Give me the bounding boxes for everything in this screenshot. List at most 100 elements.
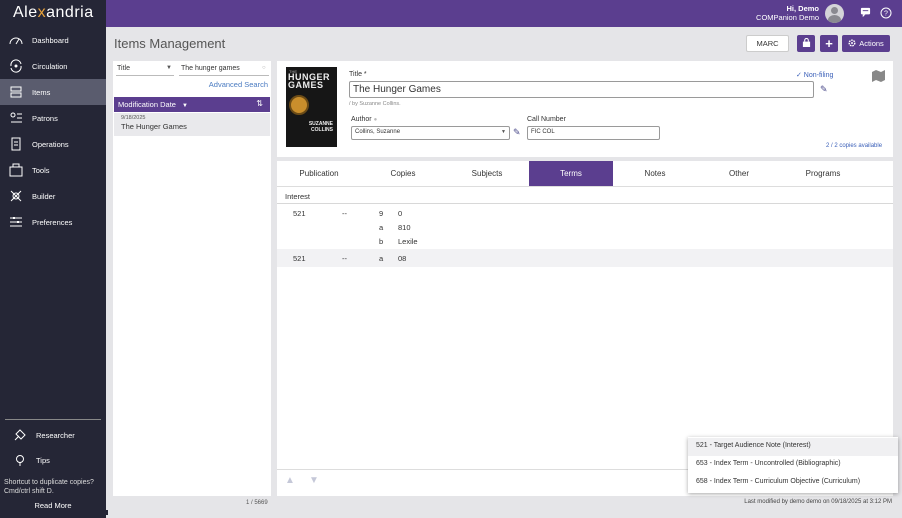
add-button[interactable]: +	[820, 35, 838, 52]
sidebar-item-researcher[interactable]: Researcher	[0, 422, 106, 448]
sidebar-item-items[interactable]: Items	[0, 79, 106, 105]
sidebar-item-circulation[interactable]: Circulation	[0, 53, 106, 79]
tab-subjects[interactable]: Subjects	[445, 161, 529, 186]
sidebar-item-label: Tips	[36, 455, 50, 465]
tab-terms[interactable]: Terms	[529, 161, 613, 186]
sidebar-item-builder[interactable]: Builder	[0, 183, 106, 209]
actions-button-label: Actions	[859, 39, 884, 48]
greeting-org: COMPanion Demo	[756, 13, 819, 22]
sidebar-item-patrons[interactable]: Patrons	[0, 105, 106, 131]
tab-other[interactable]: Other	[697, 161, 781, 186]
chat-icon[interactable]	[859, 7, 872, 20]
menu-item[interactable]: 521 - Target Audience Note (Interest)	[688, 438, 898, 456]
sort-bar[interactable]: Modification Date ▼ ⇅	[114, 97, 270, 112]
app-logo[interactable]: Alexandria	[0, 0, 106, 27]
marc-tag: 521	[293, 209, 306, 218]
sidebar-item-label: Dashboard	[32, 35, 69, 45]
subfield-code: a	[379, 223, 384, 232]
lightbulb-icon	[13, 453, 27, 467]
help-icon[interactable]: ?	[879, 7, 892, 20]
subfield-value[interactable]: 0	[398, 209, 402, 218]
section-divider	[277, 203, 893, 204]
marc-button-label: MARC	[756, 39, 779, 48]
map-icon[interactable]	[871, 69, 886, 84]
search-clear-icon[interactable]: ○	[262, 65, 266, 71]
menu-item[interactable]: 658 - Index Term - Curriculum Objective …	[688, 474, 898, 492]
user-greeting[interactable]: Hi, Demo COMPanion Demo	[756, 4, 819, 22]
author-label-text: Author	[351, 116, 372, 123]
search-input[interactable]: The hunger games	[181, 65, 240, 72]
search-field-select[interactable]: Title	[117, 65, 130, 72]
search-query: The hunger games	[181, 65, 240, 72]
sidebar-divider	[5, 419, 101, 420]
advanced-search-link[interactable]: Advanced Search	[209, 80, 268, 89]
sidebar-item-preferences[interactable]: Preferences	[0, 209, 106, 235]
mockingjay-emblem	[289, 95, 309, 115]
tab-programs[interactable]: Programs	[781, 161, 865, 186]
author-dropdown-icon[interactable]: ▼	[501, 129, 506, 135]
move-up-icon[interactable]: ▲	[285, 475, 295, 486]
sidebar-item-tips[interactable]: Tips	[0, 447, 106, 473]
lock-button[interactable]	[797, 35, 815, 52]
sort-direction-icon[interactable]: ⇅	[256, 99, 263, 108]
page-title: Items Management	[114, 36, 226, 51]
menu-item[interactable]: 653 - Index Term - Uncontrolled (Bibliog…	[688, 456, 898, 474]
result-count: 1 / 5669	[246, 500, 268, 506]
gear-icon	[848, 38, 856, 49]
sidebar-item-label: Circulation	[32, 61, 68, 71]
marc-button[interactable]: MARC	[746, 35, 789, 52]
non-filing-toggle[interactable]: ✓ Non-filing	[796, 71, 833, 79]
section-heading: Interest	[285, 192, 311, 201]
sidebar-item-label: Preferences	[32, 217, 73, 227]
builder-icon	[9, 189, 23, 203]
search-field-underline	[116, 75, 174, 76]
chevron-down-icon: ▼	[166, 65, 172, 71]
author-field[interactable]: Collins, Suzanne	[351, 126, 510, 140]
subfield-value[interactable]: 08	[398, 254, 406, 263]
call-number-label: Call Number	[527, 116, 566, 123]
tab-notes[interactable]: Notes	[613, 161, 697, 186]
subfield-value[interactable]: 810	[398, 223, 411, 232]
tip-text: Shortcut to duplicate copies? Cmd/ctrl s…	[4, 479, 94, 495]
sidebar-item-label: Researcher	[36, 430, 75, 440]
sidebar-item-label: Builder	[32, 191, 56, 201]
record-title: The Hunger Games	[121, 122, 187, 131]
edit-title-icon[interactable]: ✎	[820, 84, 828, 95]
add-term-menu: 521 - Target Audience Note (Interest) 65…	[688, 437, 898, 493]
researcher-icon	[13, 428, 27, 442]
move-down-icon[interactable]: ▼	[309, 475, 319, 486]
patrons-icon	[9, 111, 23, 125]
call-number-field[interactable]: FIC COL	[527, 126, 660, 140]
dashboard-icon	[9, 33, 23, 47]
sidebar-scroll-thumb[interactable]	[103, 510, 108, 515]
plus-icon: +	[825, 36, 833, 51]
subfield-code: 9	[379, 209, 384, 218]
sidebar-item-operations[interactable]: Operations	[0, 131, 106, 157]
subfield-value[interactable]: Lexile	[398, 237, 418, 246]
tab-publication[interactable]: Publication	[277, 161, 361, 186]
actions-button[interactable]: Actions	[842, 35, 890, 52]
tab-copies[interactable]: Copies	[361, 161, 445, 186]
avatar[interactable]	[825, 4, 844, 23]
circulation-icon	[9, 59, 23, 73]
list-item[interactable]: 9/18/2025 The Hunger Games	[114, 113, 270, 136]
sort-dropdown-icon: ▼	[182, 103, 188, 109]
read-more-link[interactable]: Read More	[0, 501, 106, 510]
table-row[interactable]: 521 -- a 08	[277, 249, 893, 267]
sidebar-item-label: Items	[32, 87, 51, 97]
sort-label: Modification Date	[118, 100, 176, 109]
subfield-code: a	[379, 254, 384, 263]
search-field-value: Title	[117, 65, 130, 72]
copies-available[interactable]: 2 / 2 copies available	[826, 143, 882, 149]
preferences-icon	[9, 215, 23, 229]
marc-tag: 521	[293, 254, 306, 263]
title-field[interactable]: The Hunger Games	[349, 81, 814, 98]
top-bar: Alexandria Hi, Demo COMPanion Demo ?	[0, 0, 902, 27]
lock-icon	[802, 37, 811, 49]
sidebar-item-dashboard[interactable]: Dashboard	[0, 27, 106, 53]
sidebar-item-label: Patrons	[32, 113, 58, 123]
statement-of-responsibility: / by Suzanne Collins.	[349, 101, 401, 107]
sidebar-item-tools[interactable]: Tools	[0, 157, 106, 183]
sidebar-item-label: Tools	[32, 165, 50, 175]
edit-author-icon[interactable]: ✎	[513, 127, 521, 138]
